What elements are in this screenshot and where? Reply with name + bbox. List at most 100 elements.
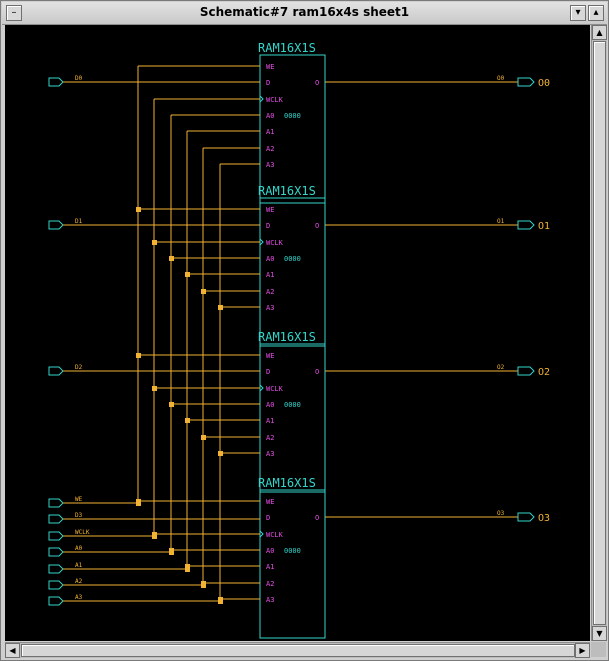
arrow-left-icon: ◀ (9, 646, 16, 655)
horizontal-scroll-thumb[interactable] (21, 644, 575, 657)
minimize-icon: ▾ (575, 7, 581, 18)
pin-label-wclk: WCLK (266, 531, 284, 539)
arrow-up-icon: ▲ (596, 28, 603, 37)
pin-label-a3: A3 (266, 161, 274, 169)
scroll-right-button[interactable]: ▶ (575, 643, 590, 658)
net-label: D3 (75, 512, 83, 519)
net-label: O3 (497, 510, 505, 517)
net-label: D2 (75, 364, 83, 371)
input-port[interactable] (48, 220, 64, 230)
scroll-left-button[interactable]: ◀ (5, 643, 20, 658)
input-port[interactable] (48, 498, 64, 508)
junction-dot (201, 435, 206, 440)
instance-name: RAM16X1S (258, 476, 316, 490)
init-value: 0000 (284, 112, 301, 120)
init-value: 0000 (284, 255, 301, 263)
junction-dot (218, 599, 223, 604)
minimize-button[interactable]: ▾ (570, 5, 586, 21)
title-bar[interactable]: – Schematic#7 ram16x4s sheet1 ▾ ▴ (2, 2, 607, 25)
pin-label-a1: A1 (266, 128, 274, 136)
input-port[interactable] (48, 531, 64, 541)
pin-label-a3: A3 (266, 450, 274, 458)
junction-dot (201, 583, 206, 588)
pin-label-a0: A0 (266, 255, 274, 263)
window-title: Schematic#7 ram16x4s sheet1 (199, 5, 410, 19)
output-port[interactable] (517, 366, 535, 376)
net-label: D1 (75, 218, 83, 225)
junction-dot (169, 256, 174, 261)
net-label: A3 (75, 594, 83, 601)
pin-label-d: D (266, 368, 270, 376)
junction-dot (218, 305, 223, 310)
net-label: O2 (497, 364, 505, 371)
pin-label-a2: A2 (266, 580, 274, 588)
junction-dot (136, 207, 141, 212)
arrow-down-icon: ▼ (596, 629, 603, 638)
output-port[interactable] (517, 77, 535, 87)
pin-label-we: WE (266, 206, 274, 214)
scroll-up-button[interactable]: ▲ (592, 25, 607, 40)
init-value: 0000 (284, 547, 301, 555)
net-label: O1 (497, 218, 505, 225)
net-label: WE (75, 496, 83, 503)
junction-dot (169, 402, 174, 407)
input-port[interactable] (48, 596, 64, 606)
schematic-canvas[interactable]: RAM16X1S WE D WCLK A0 A1 A2 A3 0000 O D0 O0 O0 RAM16X… (5, 25, 590, 641)
pin-label-a0: A0 (266, 401, 274, 409)
pin-label-wclk: WCLK (266, 385, 284, 393)
maximize-button[interactable]: ▴ (588, 5, 604, 21)
junction-dot (185, 418, 190, 423)
pin-label-o: O (315, 79, 319, 87)
junction-dot (152, 240, 157, 245)
schematic-window: – Schematic#7 ram16x4s sheet1 ▾ ▴ RAM16X… (0, 0, 609, 661)
pin-label-d: D (266, 222, 270, 230)
input-port[interactable] (48, 514, 64, 524)
pin-label-wclk: WCLK (266, 239, 284, 247)
pin-label-we: WE (266, 63, 274, 71)
pin-label-d: D (266, 79, 270, 87)
horizontal-scrollbar[interactable]: ◀ ▶ (5, 642, 590, 658)
scroll-corner (591, 642, 606, 657)
net-label: A2 (75, 578, 83, 585)
pin-label-a2: A2 (266, 434, 274, 442)
pin-label-o: O (315, 514, 319, 522)
junction-dot (201, 289, 206, 294)
vertical-scroll-thumb[interactable] (593, 41, 606, 625)
pin-label-a1: A1 (266, 563, 274, 571)
junction-dot (136, 353, 141, 358)
input-port[interactable] (48, 564, 64, 574)
net-label: O0 (497, 75, 505, 82)
instance-name: RAM16X1S (258, 330, 316, 344)
input-port[interactable] (48, 366, 64, 376)
pin-label-a2: A2 (266, 145, 274, 153)
junction-dot (185, 272, 190, 277)
pin-label-o: O (315, 368, 319, 376)
pin-label-we: WE (266, 352, 274, 360)
maximize-icon: ▴ (593, 7, 599, 18)
scroll-down-button[interactable]: ▼ (592, 626, 607, 641)
input-port[interactable] (48, 547, 64, 557)
junction-dot (169, 550, 174, 555)
vertical-scrollbar[interactable]: ▲ ▼ (591, 25, 607, 641)
junction-dot (152, 386, 157, 391)
junction-dot (185, 567, 190, 572)
pin-label-wclk: WCLK (266, 96, 284, 104)
input-port[interactable] (48, 77, 64, 87)
instance-name: RAM16X1S (258, 41, 316, 55)
output-port[interactable] (517, 512, 535, 522)
output-port-label: O0 (538, 78, 550, 89)
net-label: D0 (75, 75, 83, 82)
input-port[interactable] (48, 580, 64, 590)
output-port-label: O3 (538, 513, 550, 524)
instance-name: RAM16X1S (258, 184, 316, 198)
output-port[interactable] (517, 220, 535, 230)
arrow-right-icon: ▶ (579, 646, 586, 655)
output-port-label: O1 (538, 221, 550, 232)
pin-label-a1: A1 (266, 271, 274, 279)
schematic-drawing[interactable]: RAM16X1S WE D WCLK A0 A1 A2 A3 0000 O D0 O0 O0 RAM16X… (5, 25, 590, 641)
junction-dot (218, 451, 223, 456)
init-value: 0000 (284, 401, 301, 409)
pin-label-a2: A2 (266, 288, 274, 296)
pin-label-a0: A0 (266, 547, 274, 555)
pin-label-a3: A3 (266, 596, 274, 604)
